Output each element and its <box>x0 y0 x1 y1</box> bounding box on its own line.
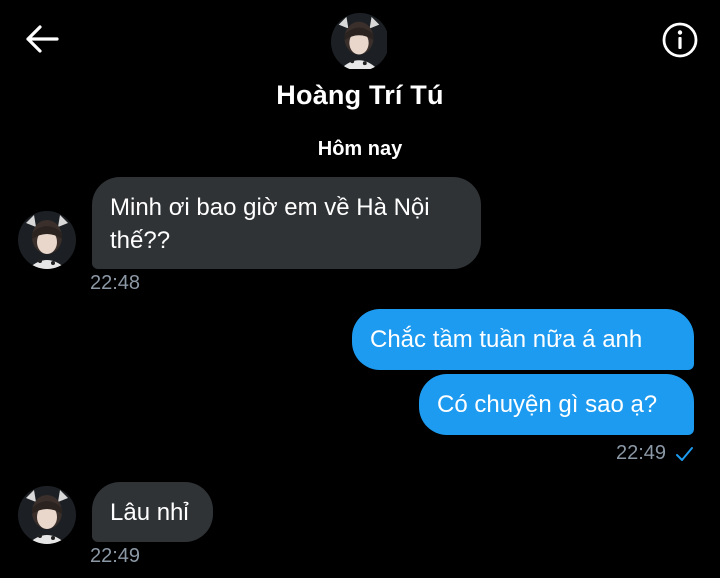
message-text: Có chuyện gì sao ạ? <box>437 391 658 418</box>
message-time: 22:49 <box>90 545 141 567</box>
check-icon <box>674 444 694 469</box>
info-icon <box>661 21 699 64</box>
contact-avatar[interactable] <box>331 13 389 71</box>
message-text: Minh ơi bao giờ em về Hà Nội thế?? <box>110 194 430 254</box>
message-time: 22:49 <box>616 442 667 464</box>
message-text: Chắc tầm tuần nữa á anh <box>370 326 643 353</box>
message-text: Lâu nhỉ <box>110 499 189 526</box>
info-button[interactable] <box>656 20 704 64</box>
back-button[interactable] <box>20 22 64 60</box>
contact-name[interactable]: Hoàng Trí Tú <box>0 80 720 111</box>
message-bubble-incoming[interactable]: Minh ơi bao giờ em về Hà Nội thế?? <box>92 177 481 269</box>
date-separator: Hôm nay <box>317 138 403 160</box>
sender-avatar[interactable] <box>18 211 76 269</box>
message-time: 22:48 <box>90 272 141 294</box>
arrow-left-icon <box>24 24 60 59</box>
sender-avatar[interactable] <box>18 486 76 544</box>
message-bubble-incoming[interactable]: Lâu nhỉ <box>92 482 213 542</box>
message-bubble-outgoing[interactable]: Chắc tầm tuần nữa á anh <box>352 309 694 370</box>
message-bubble-outgoing[interactable]: Có chuyện gì sao ạ? <box>419 374 694 435</box>
